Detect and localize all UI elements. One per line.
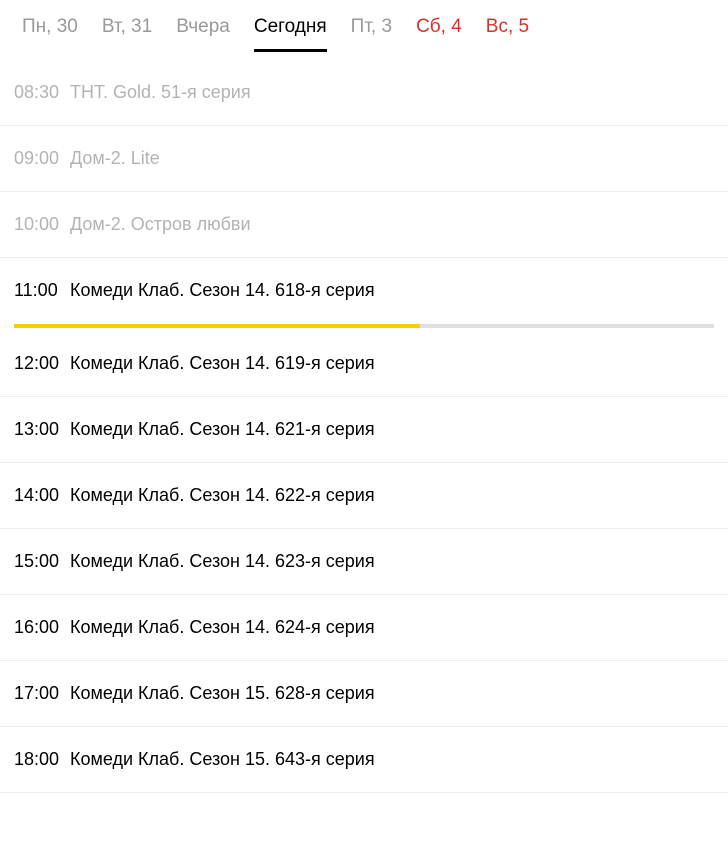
program-row[interactable]: 10:00Дом-2. Остров любви (0, 192, 728, 258)
program-title: Комеди Клаб. Сезон 14. 622-я серия (70, 485, 375, 506)
program-time: 10:00 (14, 214, 70, 235)
progress-bar (14, 324, 420, 328)
day-tab-label: Вс, 5 (486, 16, 529, 37)
day-tabs: Пн, 30 Вт, 31 Вчера Сегодня Пт, 3 Сб, 4 Вс, 5 (0, 0, 728, 52)
day-tab-0[interactable]: Пн, 30 (10, 16, 90, 52)
program-time: 16:00 (14, 617, 70, 638)
day-tab-label: Пт, 3 (351, 16, 392, 37)
day-tab-5[interactable]: Сб, 4 (404, 16, 474, 52)
program-title: Комеди Клаб. Сезон 14. 624-я серия (70, 617, 375, 638)
program-time: 15:00 (14, 551, 70, 572)
day-tab-4[interactable]: Пт, 3 (339, 16, 404, 52)
program-row[interactable]: 08:30ТНТ. Gold. 51-я серия (0, 60, 728, 126)
program-title: Комеди Клаб. Сезон 14. 621-я серия (70, 419, 375, 440)
day-tab-6[interactable]: Вс, 5 (474, 16, 541, 52)
program-row[interactable]: 16:00Комеди Клаб. Сезон 14. 624-я серия (0, 595, 728, 661)
program-title: Комеди Клаб. Сезон 14. 623-я серия (70, 551, 375, 572)
day-tab-label: Сб, 4 (416, 16, 462, 37)
program-time: 18:00 (14, 749, 70, 770)
progress-container (14, 324, 714, 328)
program-row[interactable]: 15:00Комеди Клаб. Сезон 14. 623-я серия (0, 529, 728, 595)
program-row[interactable]: 17:00Комеди Клаб. Сезон 15. 628-я серия (0, 661, 728, 727)
program-title: Комеди Клаб. Сезон 14. 618-я серия (70, 280, 375, 301)
program-row[interactable]: 09:00Дом-2. Lite (0, 126, 728, 192)
program-title: Комеди Клаб. Сезон 15. 628-я серия (70, 683, 375, 704)
program-time: 09:00 (14, 148, 70, 169)
program-time: 12:00 (14, 353, 70, 374)
day-tab-label: Вт, 31 (102, 16, 152, 37)
program-row[interactable]: 14:00Комеди Клаб. Сезон 14. 622-я серия (0, 463, 728, 529)
day-tab-3[interactable]: Сегодня (242, 16, 339, 52)
program-time: 13:00 (14, 419, 70, 440)
program-title: Дом-2. Lite (70, 148, 160, 169)
program-row[interactable]: 13:00Комеди Клаб. Сезон 14. 621-я серия (0, 397, 728, 463)
program-row[interactable]: 11:00Комеди Клаб. Сезон 14. 618-я серия (0, 258, 728, 327)
program-row[interactable]: 18:00Комеди Клаб. Сезон 15. 643-я серия (0, 727, 728, 793)
program-title: Комеди Клаб. Сезон 15. 643-я серия (70, 749, 375, 770)
program-row[interactable]: 12:00Комеди Клаб. Сезон 14. 619-я серия (0, 331, 728, 397)
program-title: Комеди Клаб. Сезон 14. 619-я серия (70, 353, 375, 374)
program-time: 08:30 (14, 82, 70, 103)
program-time: 14:00 (14, 485, 70, 506)
program-title: Дом-2. Остров любви (70, 214, 251, 235)
day-tab-label: Сегодня (254, 16, 327, 37)
schedule-list: 08:30ТНТ. Gold. 51-я серия09:00Дом-2. Li… (0, 60, 728, 793)
day-tab-label: Вчера (176, 16, 230, 37)
program-time: 17:00 (14, 683, 70, 704)
day-tab-1[interactable]: Вт, 31 (90, 16, 164, 52)
day-tab-2[interactable]: Вчера (164, 16, 242, 52)
program-title: ТНТ. Gold. 51-я серия (70, 82, 251, 103)
program-time: 11:00 (14, 280, 70, 301)
day-tab-label: Пн, 30 (22, 16, 78, 37)
